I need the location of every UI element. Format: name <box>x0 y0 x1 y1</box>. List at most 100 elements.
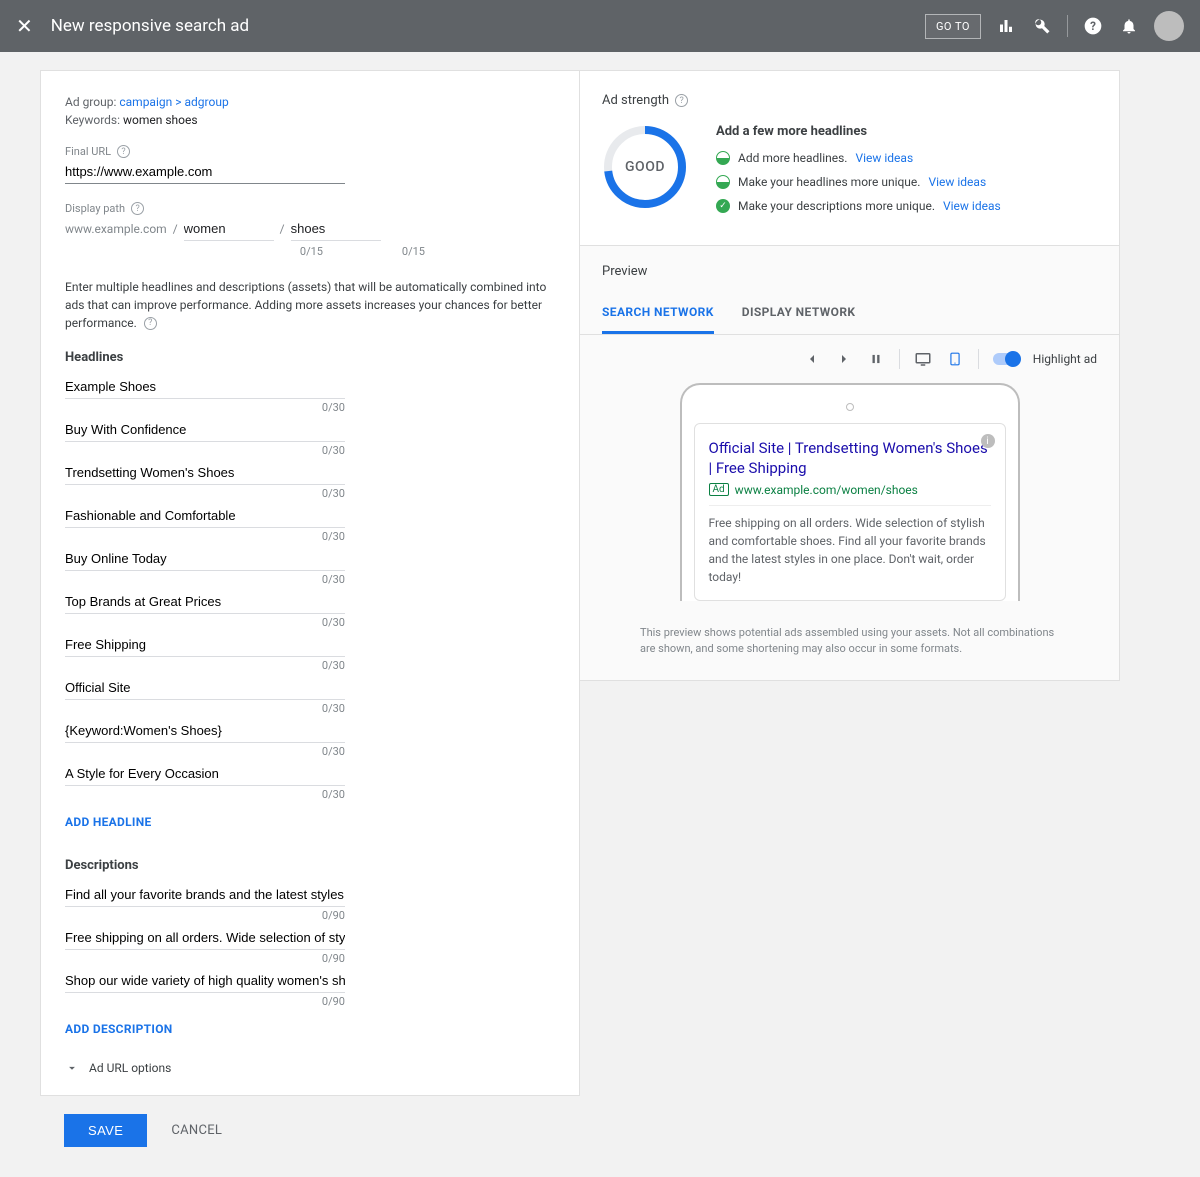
chevron-down-icon <box>65 1061 79 1075</box>
highlight-toggle[interactable] <box>993 353 1019 365</box>
headline-count: 0/30 <box>65 444 345 457</box>
rec-status-icon <box>716 175 730 189</box>
headline-input-6[interactable] <box>65 633 345 657</box>
divider <box>1067 15 1068 37</box>
campaign-link[interactable]: campaign <box>119 95 172 109</box>
help-icon[interactable]: ? <box>117 145 130 158</box>
description-count: 0/90 <box>65 909 345 922</box>
adgroup-label: Ad group: <box>65 95 116 109</box>
path1-input[interactable] <box>184 217 274 241</box>
tab-search-network[interactable]: SEARCH NETWORK <box>602 293 714 334</box>
phone-mockup: i Official Site | Trendsetting Women's S… <box>680 383 1020 601</box>
svg-text:?: ? <box>1090 19 1096 33</box>
preview-note: This preview shows potential ads assembl… <box>580 615 1119 680</box>
desktop-icon[interactable] <box>914 350 932 368</box>
view-ideas-link[interactable]: View ideas <box>943 199 1001 213</box>
view-ideas-link[interactable]: View ideas <box>855 151 913 165</box>
help-icon[interactable]: ? <box>131 202 144 215</box>
next-icon[interactable] <box>835 350 853 368</box>
rec-text: Add more headlines. <box>738 151 847 165</box>
help-icon[interactable]: ? <box>675 94 688 107</box>
cancel-button[interactable]: CANCEL <box>171 1123 222 1138</box>
descriptions-heading: Descriptions <box>65 858 555 873</box>
headline-count: 0/30 <box>65 401 345 414</box>
description-input-2[interactable] <box>65 969 345 993</box>
ad-strength-card: Ad strength ? GOOD Add a few more headli… <box>580 70 1120 246</box>
headline-count: 0/30 <box>65 702 345 715</box>
path2-count: 0/15 <box>329 245 425 258</box>
ad-url: www.example.com/women/shoes <box>735 483 918 497</box>
finalurl-input[interactable] <box>65 160 345 184</box>
displaypath-label: Display path ? <box>65 202 555 215</box>
headline-count: 0/30 <box>65 745 345 758</box>
add-headline-button[interactable]: ADD HEADLINE <box>65 815 152 829</box>
phone-speaker-icon <box>846 403 854 411</box>
bar-chart-icon[interactable] <box>995 15 1017 37</box>
path1-count: 0/15 <box>227 245 323 258</box>
help-icon[interactable]: ? <box>1082 15 1104 37</box>
rec-text: Make your descriptions more unique. <box>738 199 935 213</box>
headline-count: 0/30 <box>65 616 345 629</box>
ad-title: Official Site | Trendsetting Women's Sho… <box>709 438 991 479</box>
description-input-1[interactable] <box>65 926 345 950</box>
mobile-icon[interactable] <box>946 350 964 368</box>
app-header: ✕ New responsive search ad GO TO ? <box>0 0 1200 52</box>
displaypath-base: www.example.com <box>65 222 167 236</box>
preview-heading: Preview <box>580 246 1119 279</box>
divider <box>899 349 900 369</box>
save-button[interactable]: SAVE <box>64 1114 147 1147</box>
headline-count: 0/30 <box>65 659 345 672</box>
strength-rating: GOOD <box>602 124 688 210</box>
headline-input-3[interactable] <box>65 504 345 528</box>
headline-count: 0/30 <box>65 573 345 586</box>
headline-input-8[interactable] <box>65 719 345 743</box>
url-options-expander[interactable]: Ad URL options <box>65 1061 555 1075</box>
url-options-label: Ad URL options <box>89 1061 171 1075</box>
headline-input-1[interactable] <box>65 418 345 442</box>
ad-description: Free shipping on all orders. Wide select… <box>709 514 991 586</box>
explain-text: Enter multiple headlines and description… <box>65 278 555 332</box>
help-icon[interactable]: ? <box>144 317 157 330</box>
avatar[interactable] <box>1154 11 1184 41</box>
rec-status-icon <box>716 151 730 165</box>
goto-button[interactable]: GO TO <box>925 14 981 39</box>
description-input-0[interactable] <box>65 883 345 907</box>
keywords-value: women shoes <box>123 113 198 127</box>
add-description-button[interactable]: ADD DESCRIPTION <box>65 1022 173 1036</box>
info-icon[interactable]: i <box>981 434 995 448</box>
description-count: 0/90 <box>65 952 345 965</box>
highlight-label: Highlight ad <box>1033 352 1097 366</box>
headline-input-0[interactable] <box>65 375 345 399</box>
headline-count: 0/30 <box>65 487 345 500</box>
preview-card: Preview SEARCH NETWORK DISPLAY NETWORK H… <box>580 246 1120 681</box>
divider <box>978 349 979 369</box>
headline-input-2[interactable] <box>65 461 345 485</box>
keywords-label: Keywords: <box>65 113 120 127</box>
headline-input-7[interactable] <box>65 676 345 700</box>
headline-count: 0/30 <box>65 530 345 543</box>
adgroup-link[interactable]: adgroup <box>185 95 229 109</box>
divider <box>709 505 991 506</box>
close-icon[interactable]: ✕ <box>16 14 33 38</box>
prev-icon[interactable] <box>803 350 821 368</box>
headlines-heading: Headlines <box>65 350 555 365</box>
finalurl-label: Final URL ? <box>65 145 555 158</box>
headline-input-5[interactable] <box>65 590 345 614</box>
view-ideas-link[interactable]: View ideas <box>928 175 986 189</box>
pause-icon[interactable] <box>867 350 885 368</box>
headline-input-4[interactable] <box>65 547 345 571</box>
headline-input-9[interactable] <box>65 762 345 786</box>
rec-text: Make your headlines more unique. <box>738 175 920 189</box>
keywords-row: Keywords: women shoes <box>65 113 555 127</box>
page-title: New responsive search ad <box>51 16 925 36</box>
rec-status-icon <box>716 199 730 213</box>
bell-icon[interactable] <box>1118 15 1140 37</box>
tab-display-network[interactable]: DISPLAY NETWORK <box>742 293 856 334</box>
ad-strength-label: Ad strength <box>602 93 669 108</box>
wrench-icon[interactable] <box>1031 15 1053 37</box>
recs-heading: Add a few more headlines <box>716 124 1001 139</box>
path2-input[interactable] <box>291 217 381 241</box>
breadcrumb-sep: > <box>175 95 184 109</box>
ad-preview: i Official Site | Trendsetting Women's S… <box>694 423 1006 601</box>
headline-count: 0/30 <box>65 788 345 801</box>
